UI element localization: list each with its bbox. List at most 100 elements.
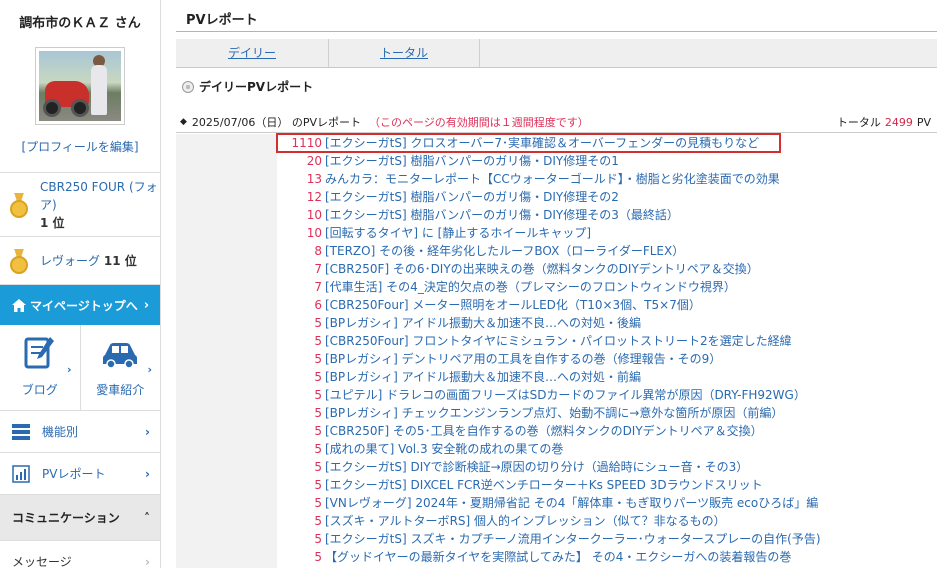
post-title-link[interactable]: [エクシーガtS] 樹脂バンパーのガリ傷・DIY修理その1 — [325, 154, 619, 168]
section-title-text: デイリーPVレポート — [199, 80, 314, 94]
pv-count: 13 — [306, 172, 322, 186]
post-title-link[interactable]: [エクシーガtS] 樹脂バンパーのガリ傷・DIY修理その3（最終話） — [325, 208, 679, 222]
community-header-label: コミュニケーション — [12, 511, 120, 525]
chevron-right-icon: › — [145, 554, 150, 568]
home-icon — [12, 298, 26, 312]
pv-count: 7 — [314, 262, 322, 276]
pv-count: 5 — [314, 388, 322, 402]
report-tabs: デイリー トータル — [176, 39, 937, 68]
list-item: 5 [VNレヴォーグ] 2024年・夏期帰省記 その4「解体車・もぎ取りパーツ販売… — [277, 494, 937, 512]
list-item: 5 [ユピテル] ドラレコの画面フリーズはSDカードのファイル異常が原因（DRY-… — [277, 386, 937, 404]
ranking-item-levorg[interactable]: レヴォーグ 11 位 — [0, 237, 160, 285]
list-item: 5 [エクシーガtS] スズキ・カプチーノ流用インタークーラー･ウォータースプレー… — [277, 530, 937, 548]
chevron-right-icon: › — [147, 363, 152, 376]
edit-profile-link[interactable]: [プロフィールを編集] — [0, 138, 160, 155]
pv-count: 5 — [314, 514, 322, 528]
post-title-link[interactable]: [代車生活] その4_決定的欠点の巻（プレマシーのフロントウィンドウ視界） — [325, 280, 736, 294]
list-item: 20 [エクシーガtS] 樹脂バンパーのガリ傷・DIY修理その1 — [277, 152, 937, 170]
list-item: 1110 [エクシーガtS] クロスオーバー7･実車確認＆オーバーフェンダーの見積… — [277, 134, 937, 152]
section-title: デイリーPVレポート — [176, 78, 937, 95]
list-item: 7 [代車生活] その4_決定的欠点の巻（プレマシーのフロントウィンドウ視界） — [277, 278, 937, 296]
ranking-item-cbr250[interactable]: CBR250 FOUR (フォア) 1 位 — [0, 173, 160, 237]
circle-bullet-icon — [182, 80, 194, 93]
sidebar-item-label: PVレポート — [42, 467, 106, 481]
post-title-link[interactable]: [BPレガシィ] アイドル振動大＆加速不良…への対処・前編 — [325, 370, 641, 384]
list-item: 5 【グッドイヤーの最新タイヤを実際試してみた】 その4・エクシーガへの装着報告の… — [277, 548, 937, 566]
post-title-link[interactable]: [CBR250F] その5･工具を自作するの巻（燃料タンクのDIYデントリペア＆… — [325, 424, 763, 438]
pv-count: 7 — [314, 280, 322, 294]
ranking-position: 11 位 — [103, 253, 137, 268]
sidebar-item-label: 機能別 — [42, 425, 79, 439]
car-icon — [103, 343, 138, 369]
post-title-link[interactable]: [回転するタイヤ] に [静止するホイールキャップ] — [325, 226, 591, 240]
sidebar-item-message[interactable]: メッセージ › — [0, 541, 160, 568]
post-title-link[interactable]: [VNレヴォーグ] 2024年・夏期帰省記 その4「解体車・もぎ取りパーツ販売 … — [325, 496, 818, 510]
tab-total[interactable]: トータル — [328, 39, 480, 67]
pv-count: 5 — [314, 352, 322, 366]
list-item: 5 [エクシーガtS] DIYで診断検証→原因の切り分け（過給時にシュー音・その3… — [277, 458, 937, 476]
total-label: トータル — [836, 115, 881, 129]
post-title-link[interactable]: [CBR250Four] メーター照明をオールLED化（T10×3個、T5×7個… — [325, 298, 701, 312]
list-item: 5 [BPレガシィ] チェックエンジンランプ点灯、始動不調に→意外な箇所が原因（前… — [277, 404, 937, 422]
report-summary: ◆ 2025/07/06（日） のPVレポート （このページの有効期間は１週間程… — [176, 111, 937, 133]
list-icon — [12, 423, 30, 440]
chevron-right-icon: › — [145, 466, 150, 481]
chevron-right-icon: › — [145, 424, 150, 439]
post-title-link[interactable]: [エクシーガtS] スズキ・カプチーノ流用インタークーラー･ウォータースプレーの… — [325, 532, 821, 546]
blog-pencil-icon — [24, 337, 54, 369]
tab-daily[interactable]: デイリー — [176, 39, 328, 67]
post-title-link[interactable]: [TERZO] その後・経年劣化したルーフBOX（ローライダーFLEX） — [325, 244, 684, 258]
post-title-link[interactable]: [成れの果て] Vol.3 安全靴の成れの果ての巻 — [325, 442, 563, 456]
post-title-link[interactable]: [CBR250Four] フロントタイヤにミシュラン・パイロットストリート2を選… — [325, 334, 792, 348]
tile-car-label: 愛車紹介 — [96, 383, 145, 397]
user-name: 調布市のＫＡＺ さん — [19, 16, 141, 31]
user-profile-box: 調布市のＫＡＺ さん [プロフィールを編集] — [0, 0, 160, 173]
pv-count: 5 — [314, 406, 322, 420]
ranking-position: 1 位 — [40, 215, 65, 230]
pv-list: 1110 [エクシーガtS] クロスオーバー7･実車確認＆オーバーフェンダーの見積… — [277, 134, 937, 566]
post-title-link[interactable]: みんカラ：モニターレポート【CCウォーターゴールド】・樹脂と劣化塗装面での効果 — [325, 172, 780, 186]
post-title-link[interactable]: [エクシーガtS] 樹脂バンパーのガリ傷・DIY修理その2 — [325, 190, 619, 204]
pv-count: 5 — [314, 550, 322, 564]
post-title-link[interactable]: [BPレガシィ] チェックエンジンランプ点灯、始動不調に→意外な箇所が原因（前編… — [325, 406, 783, 420]
post-title-link[interactable]: [スズキ・アルトターボRS] 個人的インプレッション（似て？非なるもの） — [325, 514, 726, 528]
quick-tiles: › ブログ › 愛車紹介 — [0, 325, 160, 411]
pv-count: 10 — [306, 226, 322, 240]
medal-icon — [10, 192, 28, 218]
tile-blog-label: ブログ — [21, 383, 58, 397]
pv-count: 1110 — [291, 136, 322, 150]
pv-count: 10 — [306, 208, 322, 222]
pv-count: 5 — [314, 496, 322, 510]
pv-count: 5 — [314, 334, 322, 348]
list-item: 10 [回転するタイヤ] に [静止するホイールキャップ] — [277, 224, 937, 242]
total-value: 2499 — [884, 115, 913, 129]
sidebar-item-pv-report[interactable]: PVレポート › — [0, 453, 160, 495]
post-title-link[interactable]: [エクシーガtS] クロスオーバー7･実車確認＆オーバーフェンダーの見積もりなど — [325, 136, 759, 150]
mypage-top-button[interactable]: マイページトップへ › — [0, 285, 160, 325]
sidebar: 調布市のＫＡＺ さん [プロフィールを編集] CBR250 FOUR (フォア)… — [0, 0, 161, 568]
total-unit: PV — [916, 115, 931, 129]
tile-blog[interactable]: › ブログ — [0, 325, 80, 410]
post-title-link[interactable]: [ユピテル] ドラレコの画面フリーズはSDカードのファイル異常が原因（DRY-F… — [325, 388, 806, 402]
page-title: PVレポート — [176, 0, 937, 32]
pv-count: 5 — [314, 460, 322, 474]
pv-count: 5 — [314, 532, 322, 546]
list-item: 6 [CBR250Four] メーター照明をオールLED化（T10×3個、T5×7… — [277, 296, 937, 314]
chevron-right-icon: › — [143, 297, 150, 313]
list-item: 5 [BPレガシィ] アイドル振動大＆加速不良…への対処・前編 — [277, 368, 937, 386]
report-chart-icon — [12, 464, 30, 483]
post-title-link[interactable]: [エクシーガtS] DIXCEL FCR逆ベンチローター＋Ks SPEED 3D… — [325, 478, 763, 492]
tile-car[interactable]: › 愛車紹介 — [79, 325, 161, 410]
ranking-label: CBR250 FOUR (フォア) — [40, 179, 158, 212]
pv-list-area: 1110 [エクシーガtS] クロスオーバー7･実車確認＆オーバーフェンダーの見積… — [176, 133, 937, 568]
sidebar-item-features[interactable]: 機能別 › — [0, 411, 160, 453]
post-title-link[interactable]: 【グッドイヤーの最新タイヤを実際試してみた】 その4・エクシーガへの装着報告の巻 — [325, 550, 791, 564]
pv-count: 8 — [314, 244, 322, 258]
avatar[interactable] — [35, 47, 125, 125]
post-title-link[interactable]: [BPレガシィ] デントリペア用の工具を自作するの巻（修理報告・その9） — [325, 352, 721, 366]
post-title-link[interactable]: [エクシーガtS] DIYで診断検証→原因の切り分け（過給時にシュー音・その3） — [325, 460, 748, 474]
pv-count: 6 — [314, 298, 322, 312]
community-section-header[interactable]: コミュニケーション ˄ — [0, 495, 160, 541]
post-title-link[interactable]: [BPレガシィ] アイドル振動大＆加速不良…への対処・後編 — [325, 316, 641, 330]
post-title-link[interactable]: [CBR250F] その6･DIYの出来映えの巻（燃料タンクのDIYデントリペア… — [325, 262, 759, 276]
